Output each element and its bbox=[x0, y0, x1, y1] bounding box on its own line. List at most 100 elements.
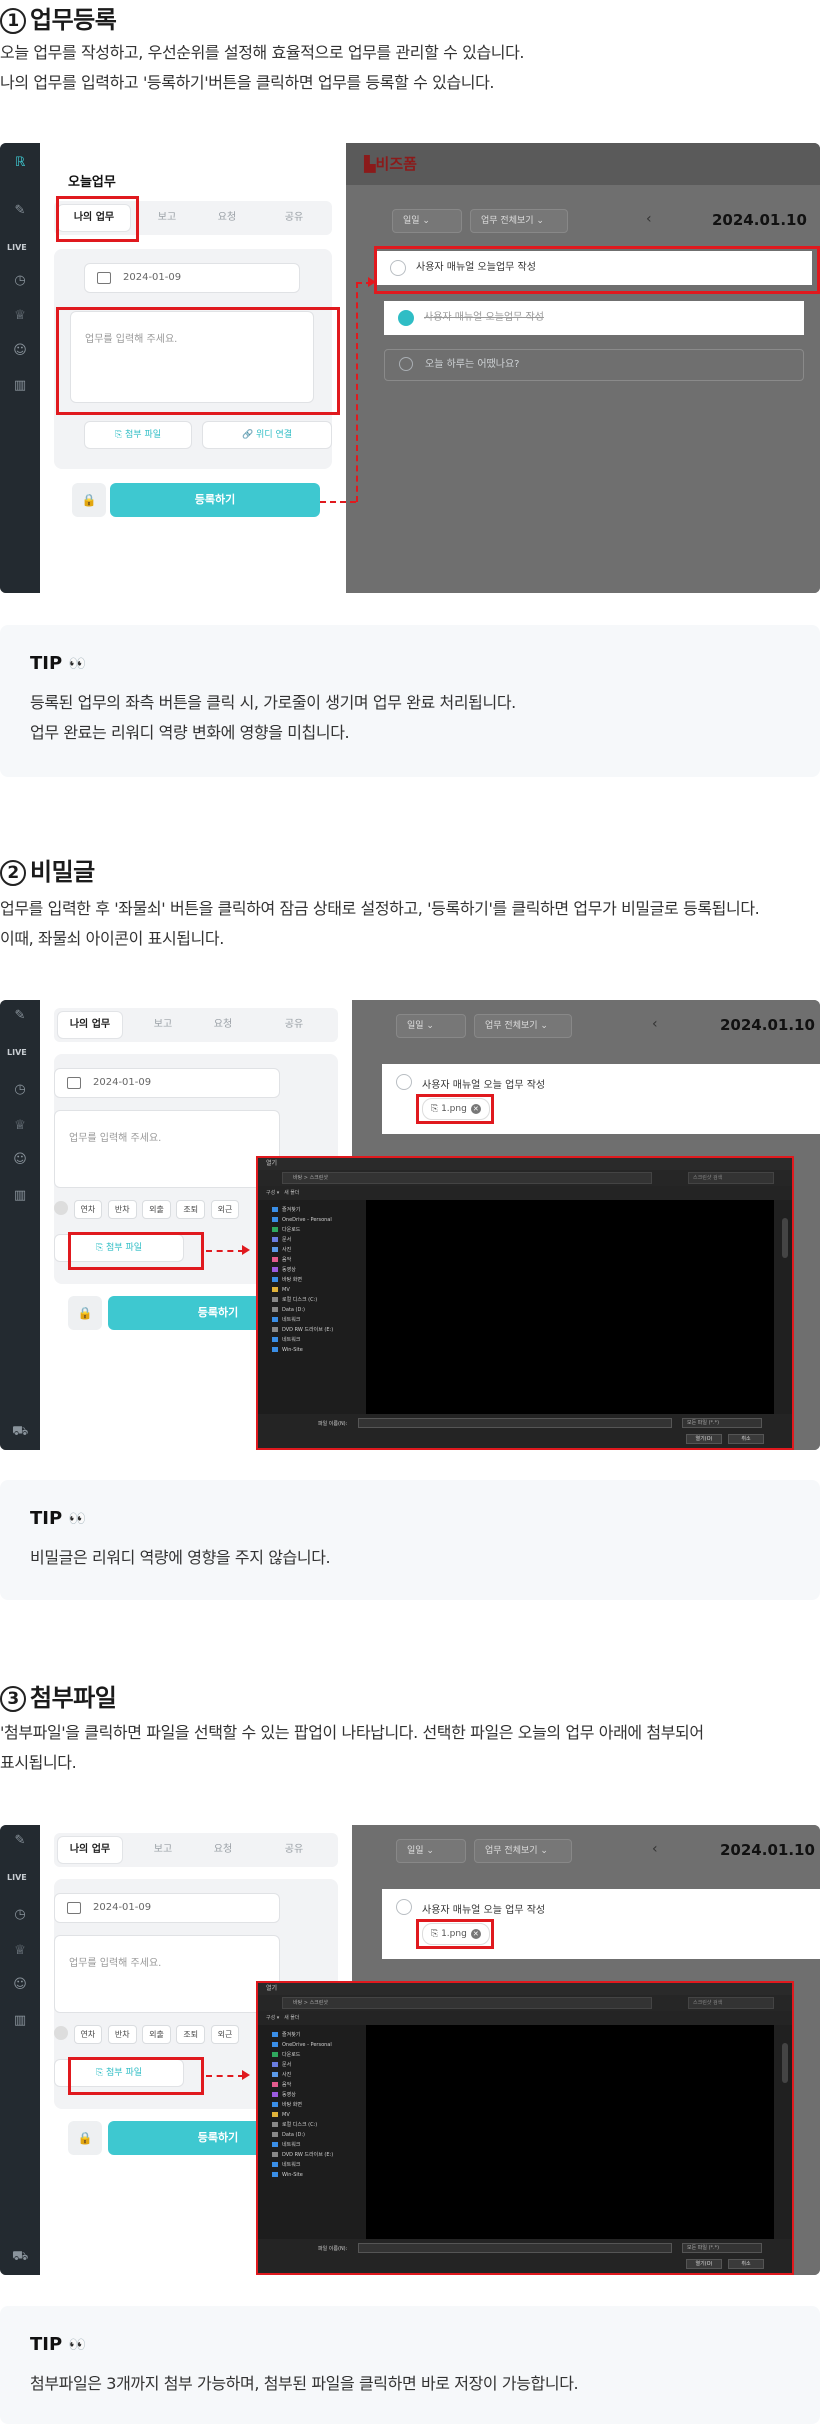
sidebar-folder[interactable]: 음악 bbox=[272, 2081, 291, 2090]
filename-input[interactable] bbox=[358, 1418, 672, 1428]
chevron-left-icon[interactable]: ‹ bbox=[652, 1016, 658, 1032]
trophy-icon[interactable]: ♕ bbox=[12, 1118, 28, 1134]
daily-review-row[interactable]: 오늘 하루는 어땠나요? bbox=[384, 349, 804, 381]
chart-icon[interactable]: ▥ bbox=[12, 2013, 28, 2029]
live-label[interactable]: LIVE bbox=[7, 1873, 27, 1882]
sidebar-folder[interactable]: Data (D:) bbox=[272, 1306, 305, 1315]
open-button[interactable]: 열기(O) bbox=[686, 1434, 722, 1444]
circle-icon[interactable] bbox=[54, 2026, 68, 2040]
new-folder-button[interactable]: 새 폴더 bbox=[284, 2015, 299, 2021]
clock-icon[interactable]: ◷ bbox=[12, 273, 28, 289]
new-folder-button[interactable]: 새 폴더 bbox=[284, 1190, 299, 1196]
sidebar-folder[interactable]: 다운로드 bbox=[272, 1226, 300, 1235]
clock-icon[interactable]: ◷ bbox=[12, 1907, 28, 1923]
chart-icon[interactable]: ▥ bbox=[12, 378, 28, 394]
todo-card[interactable]: 사용자 매뉴얼 오늘 업무 작성 ⎘ 1.png ✕ bbox=[382, 1064, 820, 1134]
sidebar-folder[interactable]: DVD RW 드라이브 (E:) bbox=[272, 2151, 333, 2160]
sidebar-folder[interactable]: 문서 bbox=[272, 1236, 291, 1245]
sidebar-folder[interactable]: 즐겨찾기 bbox=[272, 2031, 300, 2040]
cart-icon[interactable]: ⛟ bbox=[12, 1424, 28, 1440]
dialog-file-area[interactable] bbox=[366, 1200, 774, 1414]
people-icon[interactable]: ☺ bbox=[12, 343, 28, 359]
dialog-scrollbar[interactable] bbox=[782, 2043, 788, 2083]
sidebar-folder[interactable]: 바탕 화면 bbox=[272, 1276, 302, 1285]
live-label[interactable]: LIVE bbox=[7, 1048, 27, 1057]
organize-menu[interactable]: 구성 ▾ bbox=[266, 1190, 279, 1196]
format-button[interactable]: 조퇴 bbox=[176, 1200, 206, 1219]
dialog-path[interactable]: 바탕 > 스크린샷 bbox=[282, 1172, 652, 1184]
sidebar-folder[interactable]: 네트워크 bbox=[272, 1316, 300, 1325]
format-button[interactable]: 연차 bbox=[73, 1200, 103, 1219]
link-button[interactable]: 🔗 위디 연결 bbox=[202, 421, 332, 449]
sidebar-folder[interactable]: Data (D:) bbox=[272, 2131, 305, 2140]
dialog-search[interactable]: 스크린샷 검색 bbox=[688, 1172, 774, 1184]
dialog-scrollbar[interactable] bbox=[782, 1218, 788, 1258]
dialog-search[interactable]: 스크린샷 검색 bbox=[688, 1997, 774, 2009]
tab-share[interactable]: 공유 bbox=[264, 1833, 324, 1867]
date-field[interactable]: 2024-01-09 bbox=[54, 1893, 280, 1923]
format-button[interactable]: 반차 bbox=[107, 2025, 137, 2044]
dialog-file-area[interactable] bbox=[366, 2025, 774, 2239]
cancel-button[interactable]: 취소 bbox=[728, 2259, 764, 2269]
sidebar-folder[interactable]: OneDrive - Personal bbox=[272, 2041, 332, 2050]
sidebar-folder[interactable]: DVD RW 드라이브 (E:) bbox=[272, 1326, 333, 1335]
sidebar-folder[interactable]: MV bbox=[272, 2111, 290, 2120]
sidebar-folder[interactable]: 문서 bbox=[272, 2061, 291, 2070]
sidebar-folder[interactable]: 동영상 bbox=[272, 1266, 296, 1275]
chevron-left-icon[interactable]: ‹ bbox=[652, 1841, 658, 1857]
pencil-icon[interactable]: ✎ bbox=[12, 1833, 28, 1849]
tab-request[interactable]: 요청 bbox=[198, 1833, 248, 1867]
date-field[interactable]: 2024-01-09 bbox=[84, 263, 300, 293]
sidebar-folder[interactable]: MV bbox=[272, 1286, 290, 1295]
pencil-icon[interactable]: ✎ bbox=[12, 1008, 28, 1024]
sidebar-folder[interactable]: 네트워크 bbox=[272, 1336, 300, 1345]
trophy-icon[interactable]: ♕ bbox=[12, 308, 28, 324]
people-icon[interactable]: ☺ bbox=[12, 1152, 28, 1168]
lock-button[interactable]: 🔒 bbox=[68, 1296, 102, 1330]
sidebar-folder[interactable]: 다운로드 bbox=[272, 2051, 300, 2060]
tab-share[interactable]: 공유 bbox=[264, 201, 324, 235]
task-textarea[interactable]: 업무를 입력해 주세요. bbox=[54, 1110, 280, 1188]
sidebar-folder[interactable]: 즐겨찾기 bbox=[272, 1206, 300, 1215]
chart-icon[interactable]: ▥ bbox=[12, 1188, 28, 1204]
check-circle-icon[interactable] bbox=[396, 1074, 412, 1090]
chevron-left-icon[interactable]: ‹ bbox=[646, 211, 652, 227]
open-button[interactable]: 열기(O) bbox=[686, 2259, 722, 2269]
format-button[interactable]: 외출 bbox=[142, 1200, 171, 1219]
sidebar-folder[interactable]: 네트워크 bbox=[272, 2161, 300, 2170]
tab-my-task[interactable]: 나의 업무 bbox=[57, 1011, 123, 1039]
trophy-icon[interactable]: ♕ bbox=[12, 1943, 28, 1959]
live-label[interactable]: LIVE bbox=[7, 243, 27, 252]
format-button[interactable]: 반차 bbox=[107, 1200, 137, 1219]
filetype-select[interactable]: 모든 파일 (*.*) bbox=[682, 2243, 762, 2253]
view-dropdown[interactable]: 업무 전체보기 ⌄ bbox=[474, 1014, 572, 1038]
todo-item-done[interactable]: 사용자 매뉴얼 오늘업무 작성 bbox=[384, 301, 804, 335]
filename-input[interactable] bbox=[358, 2243, 672, 2253]
tab-share[interactable]: 공유 bbox=[264, 1008, 324, 1042]
sidebar-folder[interactable]: 동영상 bbox=[272, 2091, 296, 2100]
todo-card[interactable]: 사용자 매뉴얼 오늘 업무 작성 ⎘ 1.png ✕ bbox=[382, 1889, 820, 1959]
cancel-button[interactable]: 취소 bbox=[728, 1434, 764, 1444]
tab-my-task[interactable]: 나의 업무 bbox=[57, 1836, 123, 1864]
format-button[interactable]: 외근 bbox=[210, 2025, 240, 2044]
checked-circle-icon[interactable] bbox=[398, 310, 414, 326]
organize-menu[interactable]: 구성 ▾ bbox=[266, 2015, 279, 2021]
sidebar-folder[interactable]: 사진 bbox=[272, 1246, 291, 1255]
tab-request[interactable]: 요청 bbox=[198, 1008, 248, 1042]
tab-report[interactable]: 보고 bbox=[138, 1008, 188, 1042]
tab-report[interactable]: 보고 bbox=[142, 201, 192, 235]
sidebar-folder[interactable]: 네트워크 bbox=[272, 2141, 300, 2150]
filter-dropdown[interactable]: 일일 ⌄ bbox=[396, 1839, 466, 1863]
sidebar-folder[interactable]: OneDrive - Personal bbox=[272, 1216, 332, 1225]
clock-icon[interactable]: ◷ bbox=[12, 1082, 28, 1098]
lock-button[interactable]: 🔒 bbox=[68, 2121, 102, 2155]
tab-request[interactable]: 요청 bbox=[202, 201, 252, 235]
filter-dropdown[interactable]: 일일 ⌄ bbox=[396, 1014, 466, 1038]
format-button[interactable]: 연차 bbox=[73, 2025, 103, 2044]
cart-icon[interactable]: ⛟ bbox=[12, 2249, 28, 2265]
sidebar-folder[interactable]: 로컬 디스크 (C:) bbox=[272, 1296, 317, 1305]
sidebar-folder[interactable]: Win-Site bbox=[272, 1346, 303, 1355]
task-textarea[interactable]: 업무를 입력해 주세요. bbox=[54, 1935, 280, 2013]
dialog-path[interactable]: 바탕 > 스크린샷 bbox=[282, 1997, 652, 2009]
sidebar-folder[interactable]: 바탕 화면 bbox=[272, 2101, 302, 2110]
